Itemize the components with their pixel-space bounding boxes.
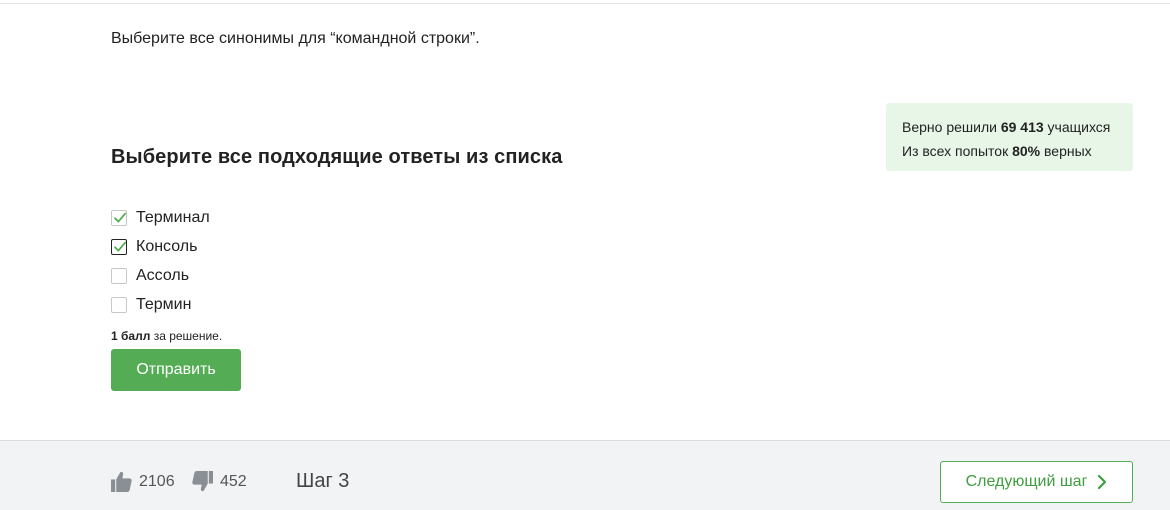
checkmark-icon [114, 241, 127, 251]
score-note: 1 балл за решение. [111, 329, 222, 343]
option-label: Консоль [136, 237, 198, 255]
option-terminal[interactable]: Терминал [111, 203, 210, 232]
next-step-button[interactable]: Следующий шаг [940, 461, 1133, 503]
chevron-right-icon [1098, 474, 1107, 490]
checkmark-icon [114, 212, 127, 222]
like-count: 2106 [139, 472, 175, 490]
answer-prompt: Выберите все подходящие ответы из списка [111, 146, 563, 168]
thumbs-down-icon [192, 471, 213, 492]
stats-attempts-percent: 80% [1012, 143, 1041, 159]
stats-solved-prefix: Верно решили [902, 119, 997, 135]
submit-button[interactable]: Отправить [111, 349, 241, 391]
stats-solved-suffix: учащихся [1047, 119, 1111, 135]
option-label: Терминал [136, 208, 210, 226]
checkbox-termin[interactable] [111, 296, 127, 313]
dislike-count: 452 [220, 472, 247, 490]
checkbox-terminal[interactable] [111, 209, 127, 226]
option-label: Термин [136, 295, 192, 313]
stats-solved-count: 69 413 [1000, 119, 1044, 135]
stats-attempts-prefix: Из всех попыток [902, 143, 1009, 159]
option-termin[interactable]: Термин [111, 290, 210, 319]
stats-panel: Верно решили 69 413 учащихся Из всех поп… [886, 103, 1133, 171]
score-points: 1 балл [111, 329, 151, 343]
question-text: Выберите все синонимы для “командной стр… [111, 30, 480, 47]
stats-attempts-suffix: верных [1044, 143, 1092, 159]
checkbox-assol[interactable] [111, 267, 127, 284]
answer-options: Терминал Консоль Ассоль Термин [111, 203, 210, 319]
thumbs-up-icon [111, 471, 132, 492]
option-console[interactable]: Консоль [111, 232, 210, 261]
like-button[interactable]: 2106 [111, 471, 175, 492]
option-label: Ассоль [136, 266, 190, 284]
option-assol[interactable]: Ассоль [111, 261, 210, 290]
score-suffix: за решение. [153, 329, 223, 343]
stats-attempts-line: Из всех попыток 80% верных [902, 139, 1117, 163]
stats-solved-line: Верно решили 69 413 учащихся [902, 115, 1117, 139]
top-divider [0, 0, 1170, 4]
next-step-label: Следующий шаг [965, 473, 1088, 490]
step-title: Шаг 3 [296, 470, 350, 492]
checkbox-console[interactable] [111, 238, 127, 255]
dislike-button[interactable]: 452 [192, 471, 247, 492]
